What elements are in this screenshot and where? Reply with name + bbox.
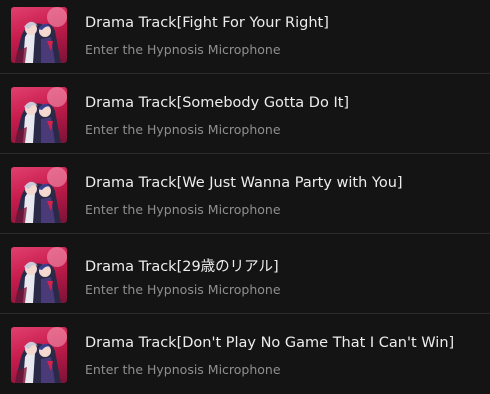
album-cover-image [11, 7, 67, 63]
track-title: Drama Track[Don't Play No Game That I Ca… [85, 335, 455, 351]
track-row[interactable]: Drama Track[Somebody Gotta Do It] Enter … [0, 74, 490, 154]
track-title: Drama Track[Somebody Gotta Do It] [85, 95, 350, 111]
track-album: Enter the Hypnosis Microphone [85, 42, 281, 57]
track-title: Drama Track[Fight For Your Right] [85, 15, 329, 31]
album-cover-image [11, 87, 67, 143]
track-row[interactable]: Drama Track[29歳のリアル] Enter the Hypnosis … [0, 234, 490, 314]
track-title: Drama Track[29歳のリアル] [85, 259, 279, 275]
album-cover-image [11, 247, 67, 303]
album-cover-image [11, 327, 67, 383]
track-album: Enter the Hypnosis Microphone [85, 202, 281, 217]
track-album: Enter the Hypnosis Microphone [85, 282, 281, 297]
track-row[interactable]: Drama Track[We Just Wanna Party with You… [0, 154, 490, 234]
track-album: Enter the Hypnosis Microphone [85, 362, 281, 377]
track-title: Drama Track[We Just Wanna Party with You… [85, 175, 403, 191]
album-cover-image [11, 167, 67, 223]
track-list: Drama Track[Fight For Your Right] Enter … [0, 0, 490, 388]
track-row[interactable]: Drama Track[Fight For Your Right] Enter … [0, 0, 490, 74]
track-row[interactable]: Drama Track[Don't Play No Game That I Ca… [0, 314, 490, 394]
track-album: Enter the Hypnosis Microphone [85, 122, 281, 137]
